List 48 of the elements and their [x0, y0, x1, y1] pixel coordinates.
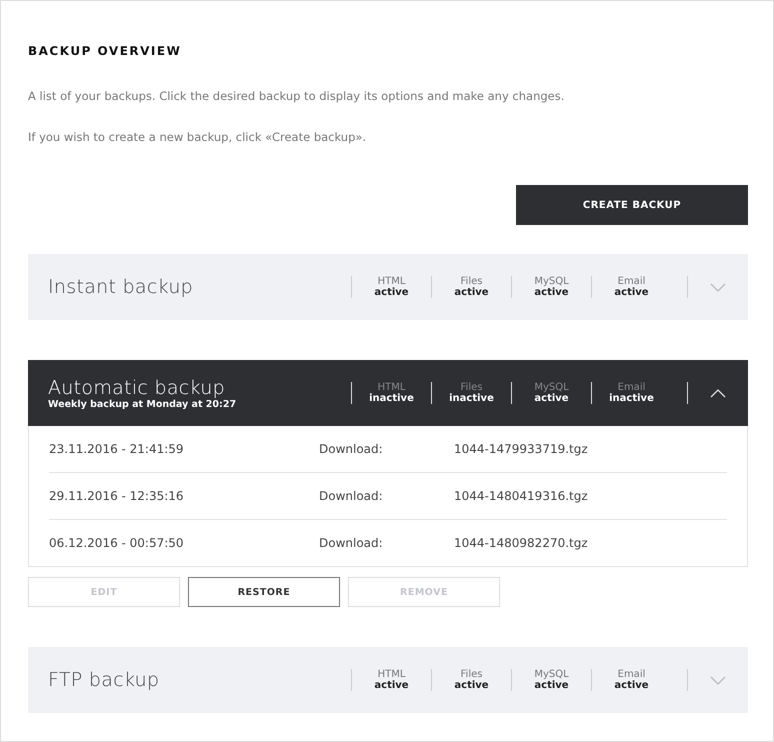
status-label: MySQL [534, 669, 569, 680]
status-label: Email [618, 669, 646, 680]
backup-title: Instant backup [48, 276, 194, 298]
intro-text: A list of your backups. Click the desired backup to display its options and make any changes. [28, 89, 566, 105]
status-value: inactive [609, 393, 654, 404]
status-value: inactive [449, 393, 494, 404]
status-value: active [454, 287, 489, 298]
chevron-down-icon[interactable] [710, 676, 726, 684]
backup-header[interactable]: FTP backup HTML active Files active MySQL active Email active [28, 647, 748, 713]
status-label: Files [460, 669, 482, 680]
status-label: HTML [378, 382, 406, 393]
backup-date: 23.11.2016 - 21:41:59 [49, 442, 185, 456]
status-label: Email [618, 382, 646, 393]
action-button[interactable]: RESTORE [188, 577, 340, 607]
backup-schedule: Weekly backup at Monday at 20:27 [48, 398, 238, 410]
backup-title: Automatic backup [48, 376, 226, 398]
download-link[interactable]: 1044-1479933719.tgz [454, 442, 588, 456]
chevron-up-icon[interactable] [710, 388, 726, 398]
status-label: Email [618, 276, 646, 287]
backup-date: 29.11.2016 - 12:35:16 [49, 489, 185, 503]
download-label: Download: [319, 536, 384, 550]
status-label: Files [460, 382, 482, 393]
download-label: Download: [319, 489, 384, 503]
page-heading: BACKUP OVERVIEW [28, 44, 182, 60]
status-value: active [534, 680, 569, 691]
intro-text: If you wish to create a new backup, click «Create backup». [28, 130, 368, 146]
status-label: HTML [378, 669, 406, 680]
backup-header[interactable]: Automatic backup Weekly backup at Monday at 20:27 HTML inactive Files inactive MySQL active Email inactive [28, 360, 748, 426]
download-link[interactable]: 1044-1480419316.tgz [454, 489, 588, 503]
status-label: Files [460, 276, 482, 287]
status-label: HTML [378, 276, 406, 287]
status-label: MySQL [534, 382, 569, 393]
status-value: active [614, 287, 649, 298]
status-value: active [454, 680, 489, 691]
chevron-down-icon[interactable] [710, 282, 726, 292]
status-value: inactive [369, 393, 414, 404]
status-value: active [374, 680, 409, 691]
create-backup-button[interactable]: CREATE BACKUP [516, 185, 748, 225]
download-label: Download: [319, 442, 384, 456]
status-label: MySQL [534, 276, 569, 287]
backup-date: 06.12.2016 - 00:57:50 [49, 536, 185, 550]
download-link[interactable]: 1044-1480982270.tgz [454, 536, 588, 550]
backup-header[interactable]: Instant backup HTML active Files active MySQL active Email active [28, 254, 748, 320]
status-value: active [614, 680, 649, 691]
status-value: active [534, 287, 569, 298]
status-value: active [374, 287, 409, 298]
backup-title: FTP backup [48, 669, 160, 691]
status-value: active [534, 393, 569, 404]
